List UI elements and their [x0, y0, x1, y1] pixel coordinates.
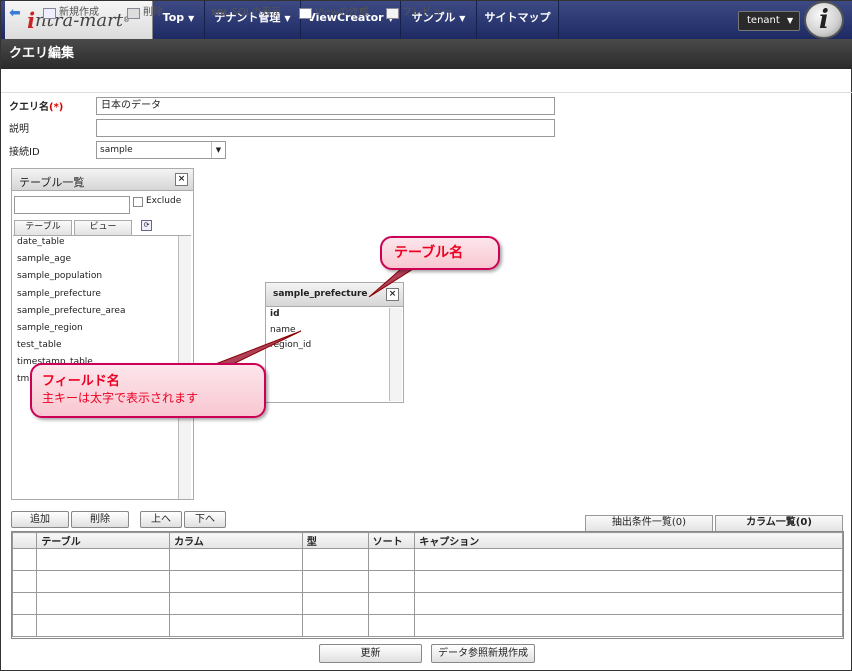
field-name-callout-note: 主キーは太字で表示されます — [42, 391, 199, 405]
table-row[interactable] — [11, 548, 843, 571]
table-row[interactable] — [11, 614, 843, 637]
add-column-button[interactable]: 追加 — [11, 511, 69, 528]
table-row[interactable] — [11, 570, 843, 593]
field-name-callout-title: フィールド名 — [42, 374, 120, 389]
grid-header-sort[interactable]: ソート — [367, 532, 416, 549]
table-name-callout: テーブル名 — [380, 236, 500, 270]
grid-header-table[interactable]: テーブル — [36, 532, 171, 549]
create-data-reference-button[interactable]: データ参照新規作成 — [431, 644, 535, 663]
update-button[interactable]: 更新 — [319, 644, 422, 663]
table-name-pointer — [368, 268, 415, 298]
field-name-callout: フィールド名 主キーは太字で表示されます — [30, 363, 266, 418]
column-grid: テーブル カラム 型 ソート キャプション — [11, 531, 844, 639]
move-down-button[interactable]: 下へ — [184, 511, 226, 528]
grid-header-caption[interactable]: キャプション — [414, 532, 843, 549]
field-name-pointer — [212, 330, 302, 366]
grid-header-column[interactable]: カラム — [169, 532, 303, 549]
tab-columns[interactable]: カラム一覧(0) — [715, 515, 843, 531]
tab-conditions[interactable]: 抽出条件一覧(0) — [585, 515, 713, 531]
grid-header-type[interactable]: 型 — [301, 532, 369, 549]
grid-header — [11, 532, 38, 549]
move-up-button[interactable]: 上へ — [140, 511, 182, 528]
table-row[interactable] — [11, 592, 843, 615]
delete-column-button[interactable]: 削除 — [71, 511, 129, 528]
